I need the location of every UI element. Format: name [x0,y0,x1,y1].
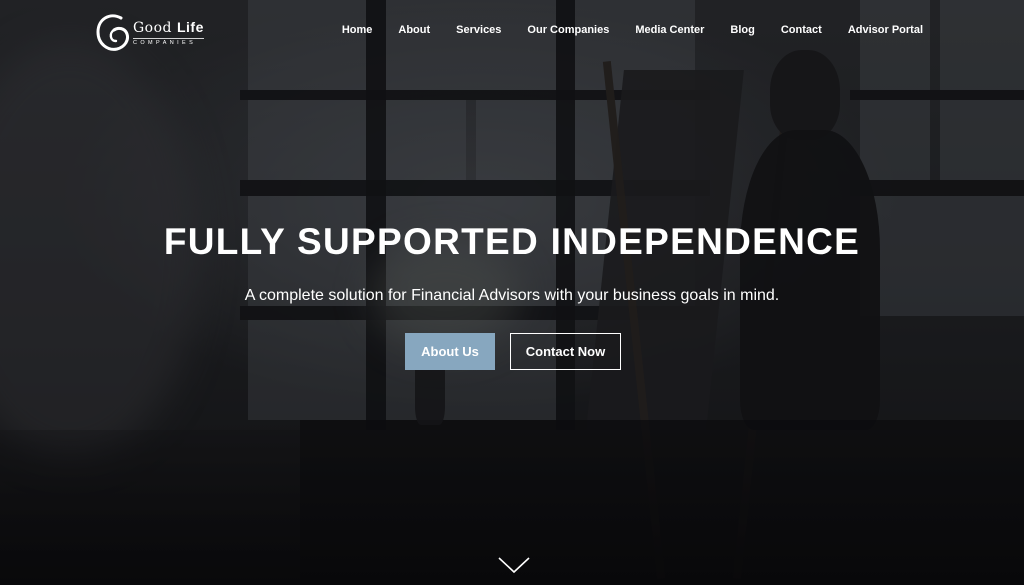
nav-item-services[interactable]: Services [456,24,501,36]
nav-item-about[interactable]: About [398,24,430,36]
nav-item-advisor-portal[interactable]: Advisor Portal [848,24,923,36]
chevron-down-icon[interactable] [497,555,531,575]
nav-item-blog[interactable]: Blog [730,24,754,36]
hero-section: Good Life COMPANIES Home About Services … [0,0,1024,585]
brand-wordmark: Good Life COMPANIES [133,20,204,47]
brand-name: Good Life [133,20,204,35]
good-life-logo-icon [96,14,129,51]
hero-headline: FULLY SUPPORTED INDEPENDENCE [163,221,861,262]
brand-name-regular: Good [133,19,173,36]
brand-name-bold: Life [176,18,204,35]
main-nav: Home About Services Our Companies Media … [342,24,923,36]
hero-subheadline: A complete solution for Financial Adviso… [244,287,780,304]
brand-logo[interactable]: Good Life COMPANIES [96,13,204,53]
about-us-button[interactable]: About Us [405,333,495,370]
contact-now-button[interactable]: Contact Now [510,333,621,370]
nav-item-media-center[interactable]: Media Center [635,24,704,36]
nav-item-contact[interactable]: Contact [781,24,822,36]
nav-item-our-companies[interactable]: Our Companies [527,24,609,36]
brand-subtitle: COMPANIES [133,37,204,47]
nav-item-home[interactable]: Home [342,24,373,36]
